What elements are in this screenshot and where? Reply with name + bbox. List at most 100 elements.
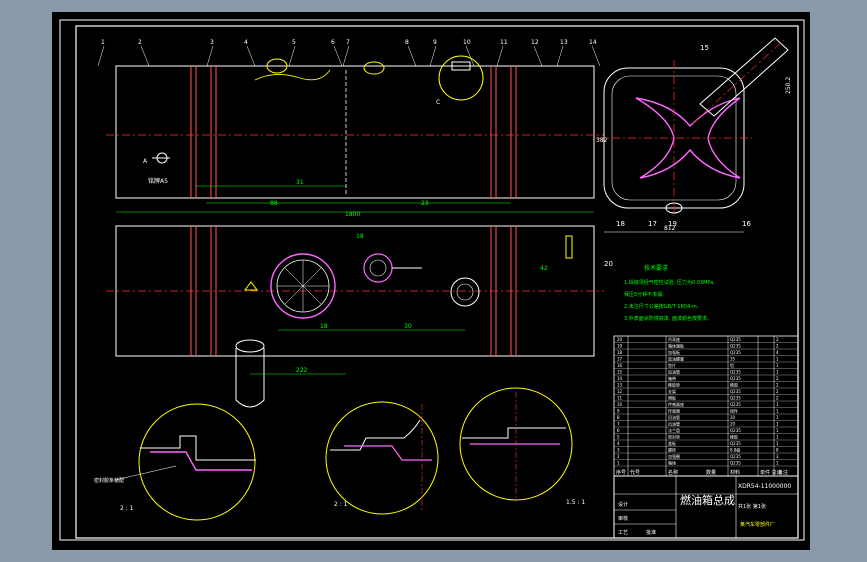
drain-plan [450,277,480,307]
bom-cell-qty: 1 [776,435,779,440]
bom-cell-no: 11 [617,396,623,401]
detail-mid-circle [325,401,439,515]
bom-cell-qty: 1 [776,370,779,375]
bracket-plan [565,235,573,259]
bom-cell-mat: Q235 [730,337,741,342]
bom-cell-mat: 铝 [730,362,734,368]
balloon-number: 16 [742,220,751,228]
bom-cell-qty: 1 [776,422,779,427]
balloon-number: 14 [589,39,597,46]
title-block: 燃油箱总成 XDR54-11000000 共1张 第1张 某汽车零部件厂 设计 … [613,475,799,539]
bom-cell-name: 加强圈 [668,453,680,459]
bom-cell-name: 箱体 [668,460,676,466]
detail-left-scale: 2 : 1 [120,505,134,512]
detail-left-profile [140,435,256,461]
side-view: 812 382 250.2 [596,37,792,233]
bom-cell-mat: 20 [730,422,736,427]
balloon-number: 20 [604,260,613,268]
bom-cell-mat: Q235 [730,441,741,446]
bom-cell-qty: 1 [776,363,779,368]
side-dim-small: 250.2 [785,77,792,94]
bom-cell-qty: 1 [776,357,779,362]
bom-cell-no: 9 [617,409,620,414]
bom-cell-mat: 20 [730,415,736,420]
detail-c-circle [438,55,484,101]
balloon-number: 18 [616,220,625,228]
dim-plan1: 18 [320,323,328,330]
bom-cell-qty: 2 [776,396,779,401]
bom-cell-qty: 2 [776,383,779,388]
balloon-number: 12 [531,39,539,46]
balloon-leader [206,45,214,67]
balloon-number: 15 [700,44,709,52]
notes-line-2: 保压5分钟不渗漏; [624,291,664,298]
bom-cell-name: 箱体端板 [668,343,684,349]
bom-cell-no: 10 [617,402,623,407]
balloon-number: 11 [500,39,508,46]
bom-cell-no: 3 [617,448,620,453]
bom-cell-name: 法兰盘 [668,427,680,433]
dim-a: 31 [296,179,304,186]
bom-cell-no: 14 [617,376,623,381]
notes-line-3: 2.未注尺寸公差按GB/T 1804-m; [624,303,699,310]
bom-cell-no: 18 [617,350,623,355]
bom-cell-mat: 8.8级 [730,447,740,453]
bom-cell-name: 盖板 [668,440,676,446]
bom-cell-qty: 2 [776,337,779,342]
bom-cell-no: 8 [617,415,620,420]
bom-cell-qty: 1 [776,415,779,420]
bom-header-cell: 代号 [630,469,640,476]
balloon-leader [556,45,564,67]
dim-c: 23 [421,200,429,207]
balloon-leader [288,45,296,67]
detail-left-leader [114,465,177,481]
detail-right-scale: 1.5 : 1 [566,499,585,506]
detail-left-seal [150,451,252,471]
bom-cell-name: 垫片 [668,362,676,368]
balloon-number: 6 [331,39,335,46]
balloon-number: 2 [138,39,142,46]
dim-pipe: 222 [296,367,308,374]
balloon-leader [533,45,543,67]
balloon-number: 9 [433,39,437,46]
bom-cell-mat: 35 [730,357,736,362]
bom-cell-no: 20 [617,337,623,342]
balloon-number: 10 [463,39,471,46]
drain-plan-inner [456,283,474,301]
balloon-leader [591,45,601,67]
bom-cell-no: 15 [617,370,623,375]
bom-cell-qty: 4 [776,350,779,355]
balloon-number: 7 [346,39,350,46]
tb-role-4: 批准 [646,529,656,536]
bom-cell-name: 传感器 [668,408,680,414]
tb-drawing-no: XDR54-11000000 [738,483,791,490]
plate-label: 铭牌A5 [148,177,168,185]
dim-total: 1800 [345,211,360,218]
bom-cell-no: 1 [617,461,620,466]
bom-cell-no: 17 [617,357,623,362]
bom-cell-mat: 橡胶 [730,434,738,440]
bom-cell-qty: 1 [776,441,779,446]
bom-cell-mat: Q235 [730,370,741,375]
bom-table: 20 吊耳座 Q235 219 箱体端板 Q235 218 加强板 Q235 417 放油螺塞 35 1… [613,335,799,477]
bom-cell-mat: Q235 [730,461,741,466]
balloon-leader [97,45,105,67]
bom-cell-mat: Q235 [730,350,741,355]
bom-cell-name: 螺栓 [668,447,676,453]
bom-cell-no: 12 [617,389,623,394]
filler-pipe-center [691,39,785,125]
balloon-number: 17 [648,220,657,228]
tb-role-1: 设计 [618,501,628,508]
bom-cell-qty: 1 [776,461,779,466]
technical-notes: 技术要求 1.焊缝须经气密性试验, 压力为0.03MPa, 保压5分钟不渗漏; … [624,264,715,322]
bom-cell-no: 19 [617,344,623,349]
balloon-number: 4 [244,39,248,46]
detail-mid-scale: 2 : 1 [334,501,348,508]
bom-cell-name: 箱带 [668,375,676,381]
bom-cell-mat: Q235 [730,402,741,407]
sensor-flange-plan-inner [369,259,387,277]
bom-cell-qty: 2 [776,376,779,381]
bom-cell-mat: 橡胶 [730,382,738,388]
bom-cell-qty: 1 [776,402,779,407]
notes-title: 技术要求 [644,264,668,272]
